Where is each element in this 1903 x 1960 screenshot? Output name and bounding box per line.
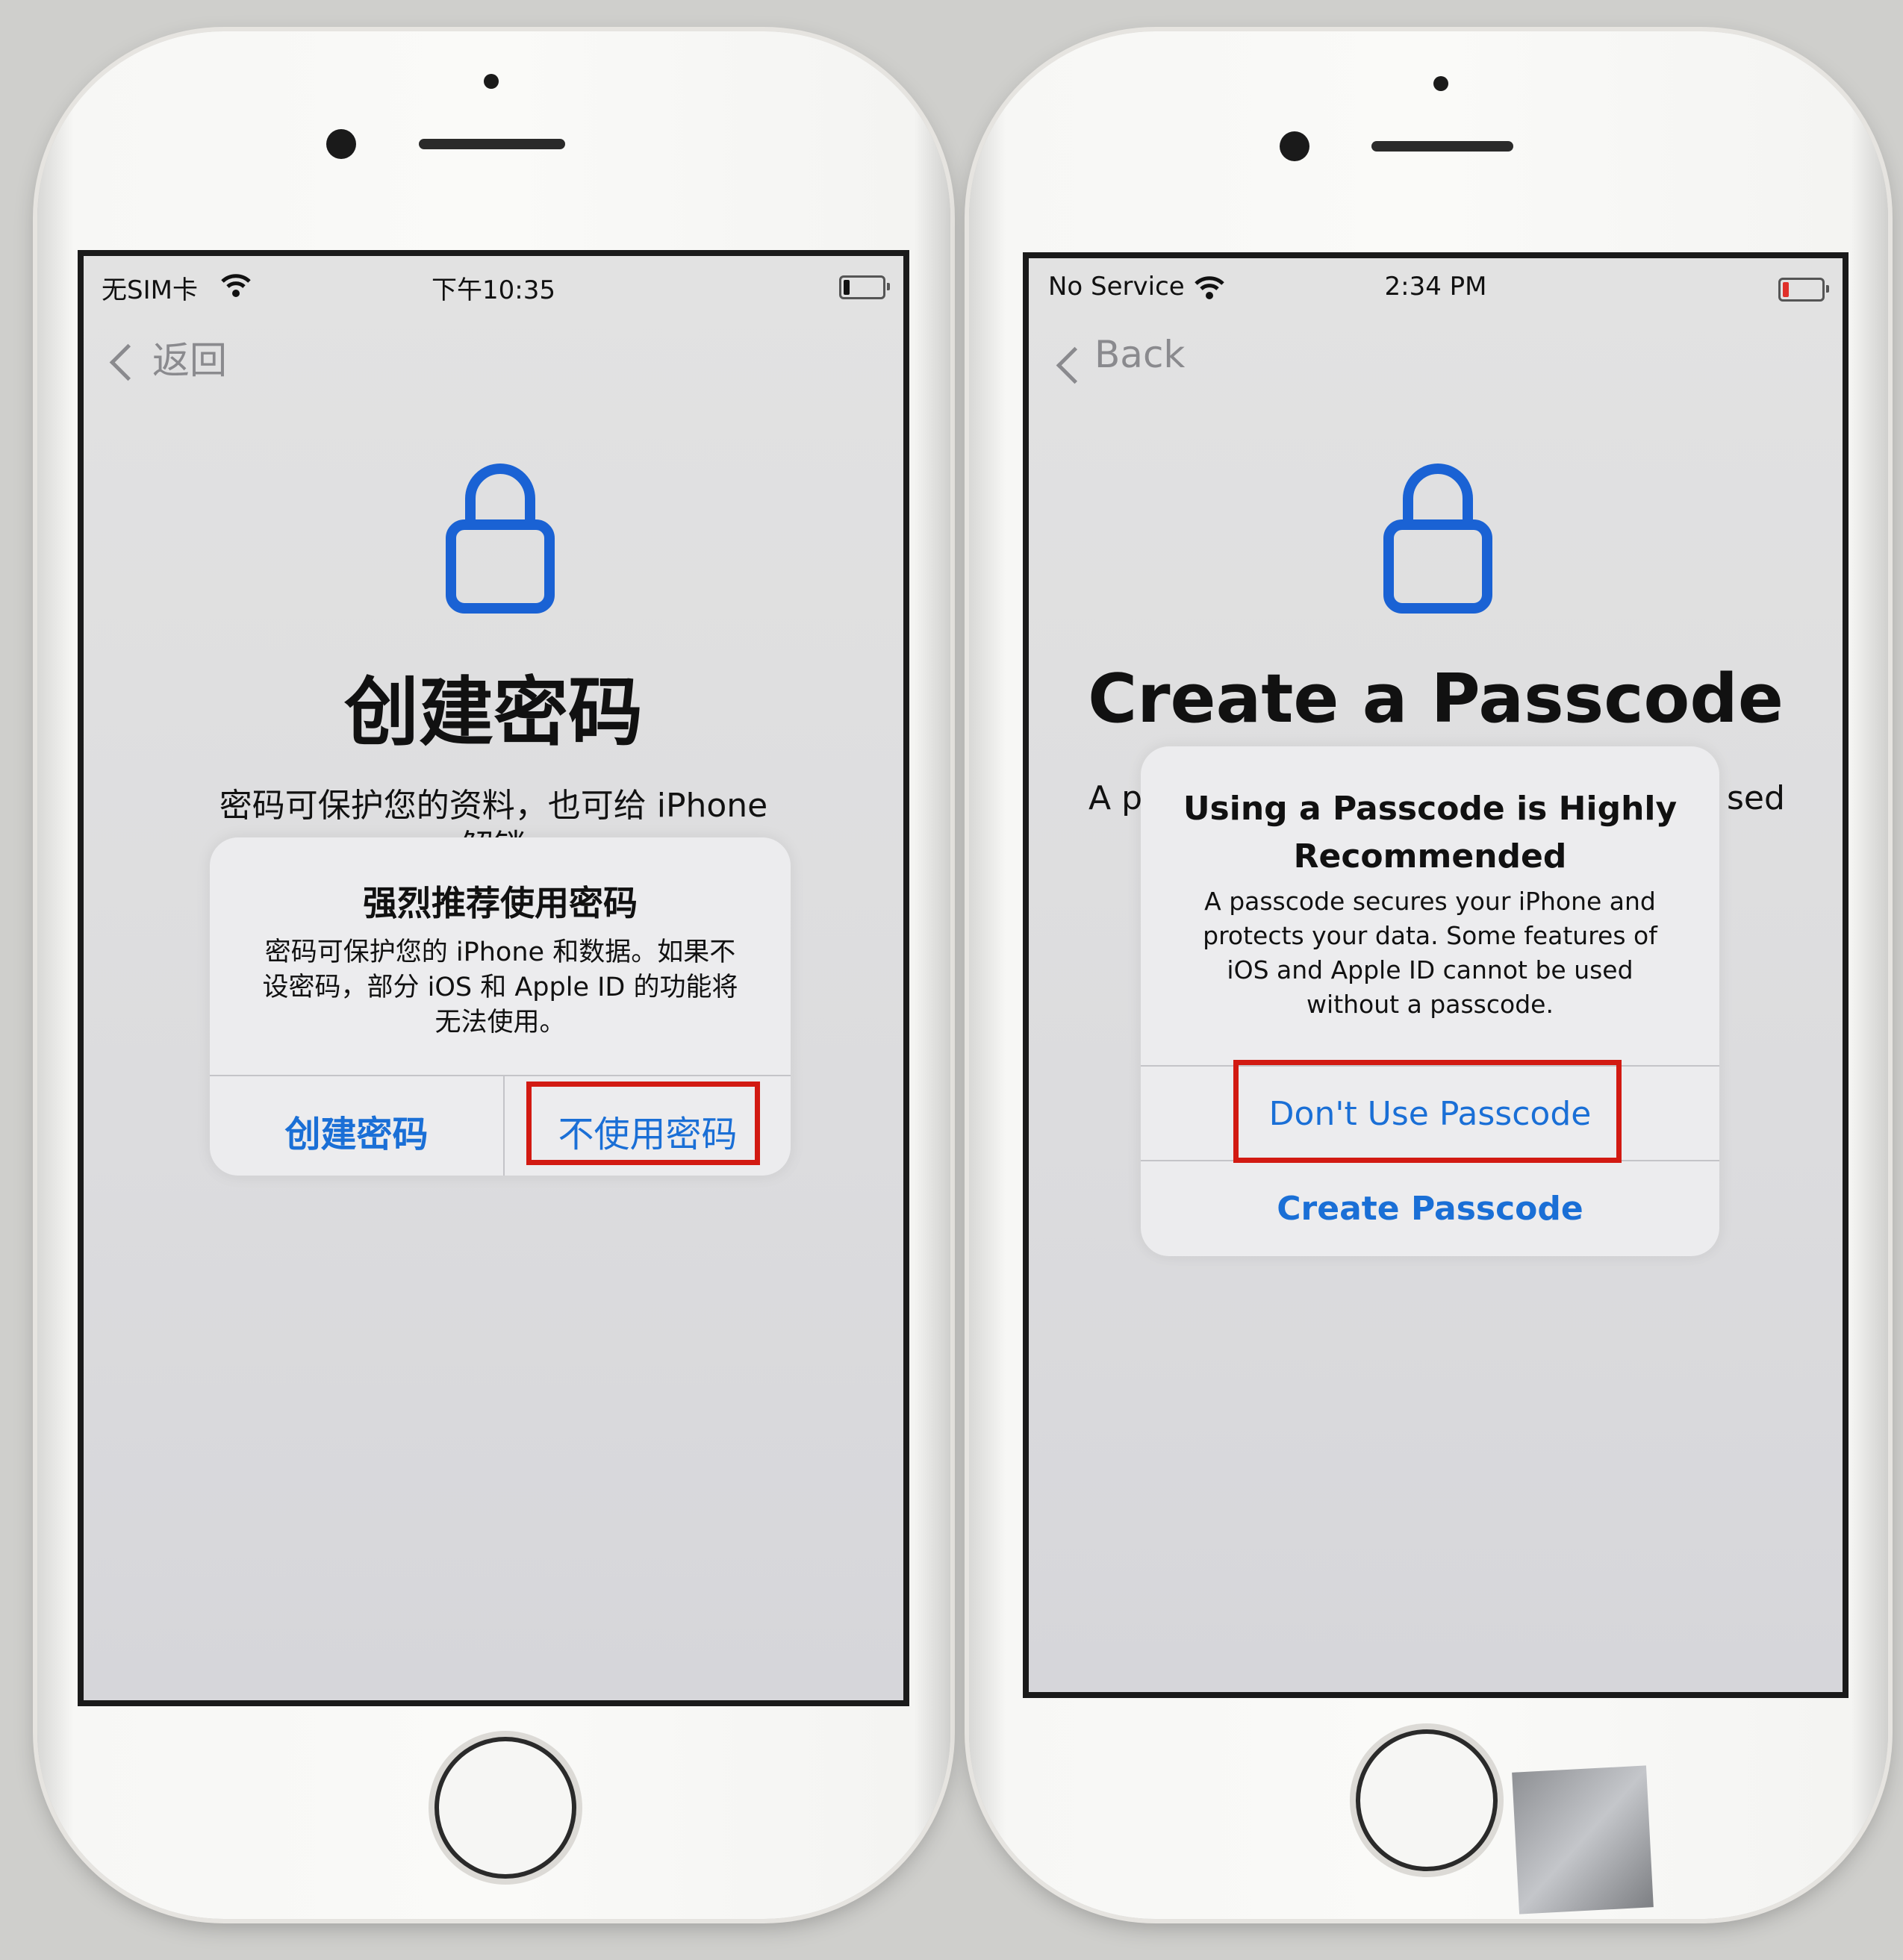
battery-icon (1778, 278, 1829, 302)
create-passcode-button[interactable]: Create Passcode (1141, 1190, 1719, 1228)
back-label: 返回 (152, 339, 227, 382)
left-screen: 无SIM卡 下午10:35 返回 创建密码 密码可保护您的资料，也可给 iPho… (78, 250, 909, 1706)
create-passcode-button[interactable]: 创建密码 (210, 1105, 503, 1157)
chevron-left-icon (1056, 346, 1094, 384)
status-time: 2:34 PM (1384, 272, 1487, 302)
right-proximity-sensor (1433, 76, 1448, 91)
highlight-box-dont-use-passcode (526, 1082, 760, 1165)
chevron-left-icon (109, 343, 147, 381)
back-label: Back (1094, 333, 1186, 376)
alert-message-line: 设密码，部分 iOS 和 Apple ID 的功能将 (262, 973, 738, 1002)
left-home-button[interactable] (435, 1737, 576, 1879)
right-home-button[interactable] (1356, 1729, 1498, 1871)
alert-message-line: protects your data. Some features of (1203, 921, 1657, 950)
left-earpiece-speaker (419, 139, 565, 149)
left-front-camera (326, 129, 356, 159)
right-screen: No Service 2:34 PM Back Create a Passcod… (1023, 252, 1849, 1698)
status-time: 下午10:35 (432, 275, 555, 305)
sticker (1512, 1765, 1654, 1914)
lock-icon (446, 464, 555, 614)
page-title: 创建密码 (344, 669, 643, 756)
lock-icon (1383, 464, 1492, 614)
alert-message-line: iOS and Apple ID cannot be used (1227, 955, 1633, 984)
alert-message-line: 无法使用。 (435, 1008, 566, 1037)
alert-message-line: 密码可保护您的 iPhone 和数据。如果不 (264, 937, 736, 967)
alert-title-line: Recommended (1293, 837, 1567, 876)
alert-divider (210, 1075, 791, 1076)
alert-title-line: Using a Passcode is Highly (1183, 790, 1678, 828)
alert-message-line: without a passcode. (1306, 990, 1554, 1019)
page-title: Create a Passcode (1088, 660, 1784, 738)
alert-title: 强烈推荐使用密码 (363, 883, 638, 923)
passcode-recommendation-alert: Using a Passcode is Highly Recommended A… (1141, 746, 1719, 1256)
alert-message-line: A passcode secures your iPhone and (1204, 887, 1656, 916)
highlight-box-dont-use-passcode (1233, 1060, 1622, 1163)
page-subtitle-fragment: sed (1727, 779, 1785, 817)
left-proximity-sensor (484, 74, 499, 89)
battery-icon (839, 275, 890, 299)
right-earpiece-speaker (1371, 141, 1513, 152)
right-front-camera (1280, 131, 1309, 161)
